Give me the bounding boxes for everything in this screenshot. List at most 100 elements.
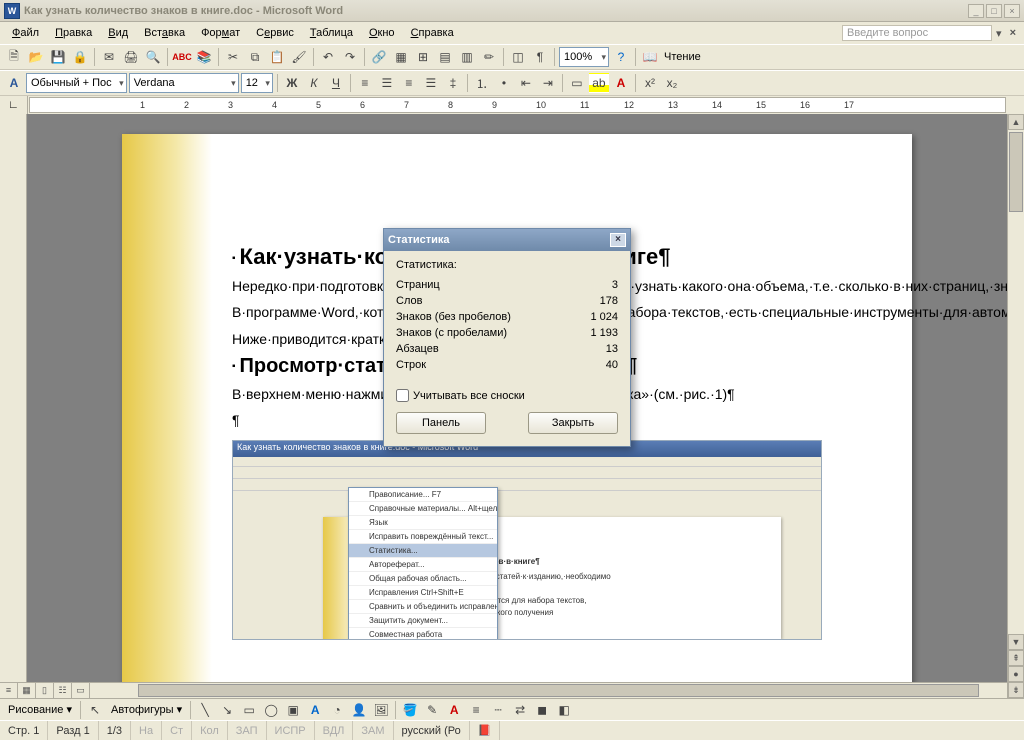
ask-question-input[interactable]: Введите вопрос [842,25,992,41]
docmap-icon[interactable]: ◫ [508,47,528,67]
hyperlink-icon[interactable]: 🔗 [369,47,389,67]
font-size-combo[interactable]: 12 [241,73,273,93]
close-doc-button[interactable]: × [1006,27,1020,39]
bullet-list-icon[interactable]: • [494,73,514,93]
italic-button[interactable]: К [304,73,324,93]
status-spellcheck-icon[interactable]: 📕 [470,721,501,740]
copy-icon[interactable]: ⧉ [245,47,265,67]
spellcheck-icon[interactable]: ABC [172,47,192,67]
dialog-close-icon[interactable]: × [610,233,626,247]
autoshapes-menu[interactable]: Автофигуры ▾ [107,703,186,716]
close-window-button[interactable]: × [1004,4,1020,18]
help-dropdown-icon[interactable]: ▾ [992,27,1006,40]
bold-button[interactable]: Ж [282,73,302,93]
horizontal-ruler[interactable]: 1234567891011121314151617 [29,97,1006,113]
select-objects-icon[interactable]: ↖ [85,700,105,720]
align-left-icon[interactable]: ≡ [355,73,375,93]
panel-button[interactable]: Панель [396,412,486,434]
menu-insert[interactable]: Вставка [136,25,193,41]
decrease-indent-icon[interactable]: ⇤ [516,73,536,93]
tab-selector[interactable]: ∟ [0,96,28,114]
minimize-button[interactable]: _ [968,4,984,18]
mail-icon[interactable]: ✉ [99,47,119,67]
excel-icon[interactable]: ▤ [435,47,455,67]
drawing-menu[interactable]: Рисование ▾ [4,703,76,716]
scroll-down-icon[interactable]: ▼ [1008,634,1024,650]
format-painter-icon[interactable]: 🖌 [289,47,309,67]
paste-icon[interactable]: 📋 [267,47,287,67]
menu-window[interactable]: Окно [361,25,403,41]
line-spacing-icon[interactable]: ‡ [443,73,463,93]
font-color-icon[interactable]: A [611,73,631,93]
borders-icon[interactable]: ▭ [567,73,587,93]
style-combo[interactable]: Обычный + Пос [26,73,127,93]
status-trk[interactable]: ИСПР [267,721,315,740]
maximize-button[interactable]: □ [986,4,1002,18]
oval-icon[interactable]: ◯ [261,700,281,720]
show-marks-icon[interactable]: ¶ [530,47,550,67]
print-icon[interactable]: 🖨 [121,47,141,67]
browse-object-icon[interactable]: ● [1008,666,1024,682]
horizontal-scrollbar[interactable] [120,682,1007,698]
increase-indent-icon[interactable]: ⇥ [538,73,558,93]
reading-label[interactable]: Чтение [662,51,703,63]
status-ovr[interactable]: ЗАМ [353,721,393,740]
permission-icon[interactable]: 🔒 [70,47,90,67]
line-color-icon[interactable]: ✎ [422,700,442,720]
help-icon[interactable]: ? [611,47,631,67]
open-icon[interactable]: 📂 [26,47,46,67]
research-icon[interactable]: 📚 [194,47,214,67]
next-page-icon[interactable]: ⇟ [1008,682,1024,698]
subscript-icon[interactable]: x₂ [662,73,682,93]
highlight-icon[interactable]: ab [589,73,609,93]
font-color-draw-icon[interactable]: A [444,700,464,720]
scroll-up-icon[interactable]: ▲ [1008,114,1024,130]
hscroll-thumb[interactable] [138,684,979,697]
superscript-icon[interactable]: x² [640,73,660,93]
numbered-list-icon[interactable]: ⒈ [472,73,492,93]
reading-layout-icon[interactable]: 📖 [640,47,660,67]
drawing-icon[interactable]: ✏ [479,47,499,67]
fill-color-icon[interactable]: 🪣 [400,700,420,720]
checkbox-input[interactable] [396,389,409,402]
cut-icon[interactable]: ✂ [223,47,243,67]
styles-pane-icon[interactable]: A [4,73,24,93]
print-view-icon[interactable]: ▯ [36,683,54,698]
normal-view-icon[interactable]: ≡ [0,683,18,698]
align-justify-icon[interactable]: ☰ [421,73,441,93]
align-center-icon[interactable]: ☰ [377,73,397,93]
menu-view[interactable]: Вид [100,25,136,41]
columns-icon[interactable]: ▥ [457,47,477,67]
menu-edit[interactable]: Правка [47,25,100,41]
zoom-combo[interactable]: 100% [559,47,609,67]
menu-format[interactable]: Формат [193,25,248,41]
include-footnotes-checkbox[interactable]: Учитывать все сноски [396,389,618,402]
3d-icon[interactable]: ◧ [554,700,574,720]
status-ext[interactable]: ВДЛ [315,721,354,740]
undo-icon[interactable]: ↶ [318,47,338,67]
wordart-icon[interactable]: A [305,700,325,720]
reading-view-icon[interactable]: ▭ [72,683,90,698]
arrow-style-icon[interactable]: ⇄ [510,700,530,720]
insert-table-icon[interactable]: ⊞ [413,47,433,67]
textbox-icon[interactable]: ▣ [283,700,303,720]
clipart-icon[interactable]: 👤 [349,700,369,720]
diagram-icon[interactable]: ◔ [327,700,347,720]
dialog-titlebar[interactable]: Статистика × [384,229,630,251]
vertical-ruler[interactable] [0,114,27,698]
preview-icon[interactable]: 🔍 [143,47,163,67]
vertical-scrollbar[interactable]: ▲ ▼ ⇞ ● ⇟ [1007,114,1024,698]
menu-table[interactable]: Таблица [302,25,361,41]
shadow-icon[interactable]: ◼ [532,700,552,720]
scroll-thumb[interactable] [1009,132,1023,212]
save-icon[interactable]: 💾 [48,47,68,67]
font-combo[interactable]: Verdana [129,73,239,93]
new-doc-icon[interactable]: 🗎 [4,47,24,67]
dash-style-icon[interactable]: ┄ [488,700,508,720]
status-rec[interactable]: ЗАП [228,721,267,740]
arrow-icon[interactable]: ↘ [217,700,237,720]
status-language[interactable]: русский (Ро [394,721,470,740]
web-view-icon[interactable]: ▦ [18,683,36,698]
tables-borders-icon[interactable]: ▦ [391,47,411,67]
underline-button[interactable]: Ч [326,73,346,93]
